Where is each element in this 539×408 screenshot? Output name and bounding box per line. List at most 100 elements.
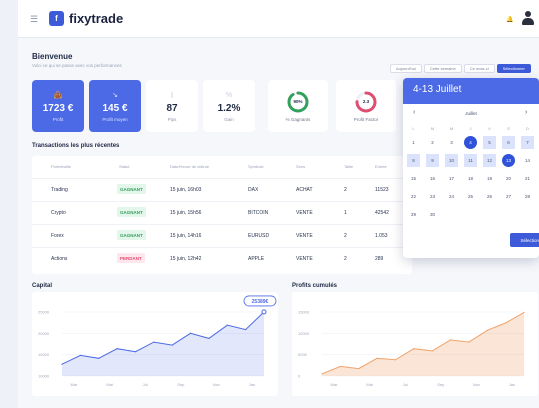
calendar-day[interactable]: 8 [407,154,420,167]
calendar-day[interactable]: 27 [502,190,515,203]
weekday-label: M [430,126,435,131]
calendar-day[interactable]: 1 [407,136,420,149]
x-tick-label: Mai [106,382,113,387]
x-tick-label: Jan [509,382,515,387]
y-tick-label: 20000 [38,331,50,336]
table-row[interactable]: Forex GAGNANT 15 juin, 14h16 EURUSD VENTE 2 1.… [32,224,412,246]
x-tick-label: Sep [437,382,445,387]
calendar-day[interactable]: 28 [521,190,534,203]
data-point [339,365,341,368]
table-cell-size: 2 [344,187,347,193]
x-tick-label: Mar [331,382,339,387]
bell-icon[interactable]: 🔔 [506,16,513,23]
calendar-day[interactable]: 14 [521,154,534,167]
logo-icon: f [49,11,64,26]
kpi-label: Profit moyen [102,116,128,122]
x-tick-label: Jui [403,382,408,387]
table-cell-date: 15 juin, 14h16 [170,233,202,239]
calendar-day[interactable]: 20 [502,172,515,185]
y-tick-label: 10000 [298,331,310,336]
range-tab[interactable]: Sélectionner [496,64,531,73]
calendar-day[interactable]: 19 [483,172,496,185]
table-cell-side: ACHAT [296,187,313,193]
x-tick-label: Jan [249,382,255,387]
data-point [98,357,100,359]
table-header-cell: Sens [296,164,306,169]
table-cell-size: 2 [344,233,347,239]
calendar-day[interactable]: 6 [502,136,515,149]
calendar-day[interactable]: 23 [426,190,439,203]
menu-icon[interactable]: ☰ [30,15,38,24]
calendar-day[interactable]: 15 [407,172,420,185]
status-badge: GAGNANT [117,184,146,194]
pips-icon: ⫾ [170,91,174,99]
bag-icon: 👜 [53,91,63,99]
calendar-day[interactable]: 13 [502,154,515,167]
data-point [376,357,378,359]
status-badge: GAGNANT [117,230,146,240]
calendar-day[interactable]: 25 [464,190,477,203]
calendar-day[interactable]: 16 [426,172,439,185]
table-header-cell: Date/Heure de clôture [170,164,210,169]
data-point [171,344,173,346]
calendar-day[interactable]: 2 [426,136,439,149]
table-cell-symbol: APPLE [248,256,265,262]
progress-ring: 2.3 [355,91,377,113]
table-header-cell: Entrée [375,164,387,169]
x-tick-label: Mai [366,382,373,387]
calendar-day[interactable]: 10 [445,154,458,167]
calendar-day[interactable]: 4 [464,136,477,149]
date-range-tabs: Aujourd'hui Cette semaine Ce mois-ci Sélect… [390,64,531,73]
data-point [413,348,415,350]
select-date-button[interactable]: Sélectionner [510,233,539,247]
table-cell-side: VENTE [296,256,313,262]
kpi-card: % 1.2% Gain [203,80,255,132]
calendar-day[interactable]: 3 [445,136,458,149]
profits-chart: 15000 10000 5000 0 Mar Mai Jui Sep Nov Jan [292,292,538,396]
percent-icon: % [225,91,233,99]
range-tab[interactable]: Ce mois-ci [463,64,495,73]
calendar-day[interactable]: 17 [445,172,458,185]
kpi-card: 👜 1723 € Profit [32,80,84,132]
arrow-icon: ↘ [112,91,118,99]
data-point [358,368,360,370]
calendar-day[interactable]: 26 [483,190,496,203]
brand-name[interactable]: fixytrade [69,11,123,26]
table-header-cell: Statut [119,164,130,169]
calendar-day[interactable]: 29 [407,208,420,221]
kpi-label: Profit [52,116,64,122]
ring-label: Profit Factor [353,116,379,122]
calendar-day[interactable]: 9 [426,154,439,167]
y-tick-label: 15000 [298,310,310,315]
table-cell-symbol: DAX [248,187,259,193]
capital-chart-svg: 25000 20000 15000 10000 Mar Mai Jui Sep Nov Jan 25… [38,295,277,387]
calendar-day[interactable]: 21 [521,172,534,185]
table-row[interactable]: Actions PERDANT 15 juin, 12h42 APPLE VENTE 2 2… [32,247,412,269]
ring-card: 2.3 Profit Factor [336,80,396,132]
table-cell-side: VENTE [296,233,313,239]
range-tab[interactable]: Cette semaine [423,64,462,73]
data-point [468,341,470,343]
range-tab[interactable]: Aujourd'hui [390,64,422,73]
calendar-day[interactable]: 18 [464,172,477,185]
calendar-day[interactable]: 5 [483,136,496,149]
x-tick-label: Sep [177,382,185,387]
calendar-day[interactable]: 24 [445,190,458,203]
calendar-day[interactable]: 30 [426,208,439,221]
calendar-day[interactable]: 22 [407,190,420,203]
data-point [245,328,247,331]
calendar-day[interactable]: 12 [483,154,496,167]
date-picker: 4-13 Juillet ‹ Juillet › LMMJVSD12345678… [403,78,539,258]
table-cell-entry: 42542 [375,210,389,216]
table-header-cell: Portefeuille [51,164,72,169]
table-row[interactable]: Crypto GAGNANT 15 juin, 15h56 BITCOIN VENTE 1… [32,201,412,223]
table-cell-portfolio: Crypto [51,210,66,216]
profits-chart-title: Profits cumulés [292,283,338,289]
next-month-icon[interactable]: › [525,109,527,116]
data-point [523,312,525,314]
calendar-day[interactable]: 11 [464,154,477,167]
calendar-day[interactable]: 7 [521,136,534,149]
ring-label: % Gagnants [285,116,311,122]
avatar[interactable] [522,11,534,25]
table-row[interactable]: Trading GAGNANT 15 juin, 16h03 DAX ACHAT 2 115… [32,178,412,200]
